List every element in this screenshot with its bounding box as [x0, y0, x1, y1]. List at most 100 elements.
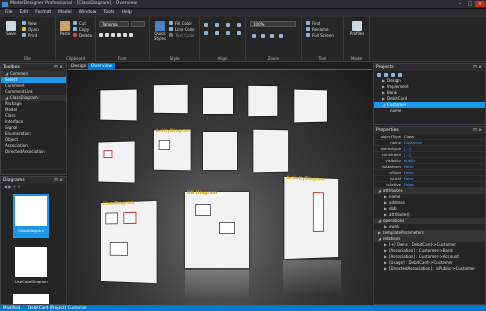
group-font: Tahoma Font: [96, 17, 150, 62]
font-family-select[interactable]: Tahoma: [99, 21, 129, 27]
refresh-icon[interactable]: [384, 72, 388, 77]
menu-tools[interactable]: Tools: [103, 9, 114, 17]
distribute-icon[interactable]: [237, 23, 241, 27]
filter-icon[interactable]: [398, 72, 402, 77]
align-center-h-icon[interactable]: [215, 31, 219, 35]
sheet-mid-4[interactable]: [253, 129, 289, 173]
app-icon: [2, 2, 8, 7]
sheet-activitydiagram[interactable]: ActivityDiagram: [284, 175, 339, 260]
pin-icon[interactable]: ⊓ ×: [54, 64, 63, 71]
menu-edit[interactable]: Edit: [20, 9, 29, 17]
align-right-edge-icon[interactable]: [226, 31, 230, 35]
toolbox-panel: Toolbox ⊓ × ◢ Common Select Comment Commen…: [0, 63, 67, 175]
diagram-class-box[interactable]: [105, 212, 118, 225]
group-mode: Profiles Mode: [344, 17, 370, 62]
sheet-back-2[interactable]: [153, 84, 188, 114]
diagram-class-box[interactable]: [109, 242, 128, 256]
sheet-dbdiagram[interactable]: DB Diagram: [185, 191, 249, 268]
relation-row[interactable]: ▶ [DirectedAssociation] : isPublic->Custo…: [374, 266, 485, 272]
save-button[interactable]: Save: [4, 21, 18, 36]
menu-window[interactable]: Window: [79, 9, 97, 17]
menu-format[interactable]: Format: [35, 9, 51, 17]
group-file: Save New Open Print File: [0, 17, 56, 62]
pin-icon[interactable]: ⊓ ×: [473, 64, 482, 71]
properties-panel: Properties ⊓ × objectType Class name Custom…: [373, 126, 486, 305]
diagram-entity-box[interactable]: [158, 140, 171, 150]
diagram-thumb-usecasediagram[interactable]: UseCaseDiagram: [13, 245, 49, 289]
zoom-select[interactable]: 100%: [250, 21, 296, 27]
save-icon: [6, 21, 16, 31]
pin-icon[interactable]: ⊓ ×: [54, 177, 63, 184]
diagrams-title: Diagrams: [3, 178, 25, 183]
sheet-classdiagram[interactable]: ClassDiagram: [100, 201, 157, 284]
zoom-in-icon[interactable]: [252, 34, 256, 38]
align-right-icon[interactable]: [129, 33, 133, 37]
menu-bar: File Edit Format Model Window Tools Help: [0, 9, 486, 17]
full-screen-button[interactable]: Full Screen: [306, 32, 334, 38]
minimize-button[interactable]: –: [455, 1, 465, 7]
diagram-table-box[interactable]: [219, 222, 235, 234]
maximize-button[interactable]: □: [465, 1, 475, 7]
sheet-mid-3[interactable]: [203, 132, 237, 170]
quick-styles-button[interactable]: Quick Styles: [153, 21, 167, 41]
open-icon: [22, 27, 26, 31]
bold-icon[interactable]: [99, 33, 103, 37]
profiles-button[interactable]: Profiles: [348, 21, 366, 36]
align-middle-icon[interactable]: [215, 23, 219, 27]
projects-panel: Projects ⊓ × ▶ Design ▶ Implement ▶ Bank ▶ De…: [373, 63, 486, 125]
find-icon: [306, 21, 310, 25]
menu-help[interactable]: Help: [121, 9, 131, 17]
paste-button[interactable]: Paste: [59, 21, 71, 36]
sheet-back-4[interactable]: [248, 85, 278, 117]
diagram-class-box[interactable]: [123, 211, 137, 225]
same-size-icon[interactable]: [237, 31, 241, 35]
align-center-icon[interactable]: [123, 33, 127, 37]
diagram-activity-lane[interactable]: [312, 192, 324, 232]
floor-reflection: [185, 270, 249, 300]
diagram-class-box[interactable]: [103, 150, 113, 159]
diagram-thumb-classdiagram[interactable]: ClassDiagram: [13, 194, 49, 238]
toolbox-item-directedassociation[interactable]: DirectedAssociation: [1, 149, 66, 155]
zoom-out-icon[interactable]: [261, 34, 265, 38]
diagram-table-box[interactable]: [195, 204, 211, 216]
diagram-thumb-next[interactable]: [13, 294, 49, 304]
underline-icon[interactable]: [111, 33, 115, 37]
diagrams-nav[interactable]: ◀ ▶ + ×: [1, 184, 66, 191]
add-icon[interactable]: [391, 72, 395, 77]
full-screen-icon: [306, 33, 310, 37]
menu-file[interactable]: File: [5, 9, 13, 17]
font-size-select[interactable]: [131, 21, 145, 27]
menu-model[interactable]: Model: [58, 9, 72, 17]
sheet-back-5[interactable]: [294, 89, 327, 123]
collapse-all-icon[interactable]: [377, 72, 381, 77]
properties-title: Properties: [376, 128, 399, 133]
delete-button[interactable]: Delete: [73, 32, 92, 38]
sheet-label: ActivityDiagram: [286, 175, 325, 183]
actual-size-icon[interactable]: [279, 34, 283, 38]
sheet-back-1[interactable]: [100, 89, 137, 121]
overview-canvas[interactable]: EntityDiagram ClassDiagram DB Diagram Ac…: [68, 70, 372, 305]
text-color-button[interactable]: Text Color: [169, 32, 195, 38]
close-button[interactable]: ×: [475, 1, 485, 7]
pin-icon[interactable]: ⊓ ×: [473, 127, 482, 134]
align-bottom-icon[interactable]: [226, 23, 230, 27]
fit-page-icon[interactable]: [270, 34, 274, 38]
sheet-mid-1[interactable]: [98, 141, 135, 183]
align-left-icon[interactable]: [117, 33, 121, 37]
diagrams-panel: Diagrams ⊓ × ◀ ▶ + × ClassDiagram UseCase…: [0, 176, 67, 305]
profiles-icon: [352, 21, 362, 31]
sheet-label: EntityDiagram: [155, 128, 192, 135]
text-color-icon: [169, 33, 173, 37]
print-button[interactable]: Print: [22, 32, 39, 38]
toolbox-title: Toolbox: [3, 65, 20, 70]
window-title: ModelDesigner Professional - [ClassDiagr…: [10, 1, 137, 6]
sheet-label: DB Diagram: [187, 191, 218, 196]
italic-icon[interactable]: [105, 33, 109, 37]
sheet-back-3[interactable]: [203, 88, 233, 114]
new-icon: [22, 21, 26, 25]
tree-item-name[interactable]: name: [374, 108, 485, 114]
print-icon: [22, 33, 26, 37]
align-left-edge-icon[interactable]: [204, 31, 208, 35]
align-top-icon[interactable]: [204, 23, 208, 27]
sheet-entitydiagram[interactable]: EntityDiagram: [153, 128, 192, 171]
